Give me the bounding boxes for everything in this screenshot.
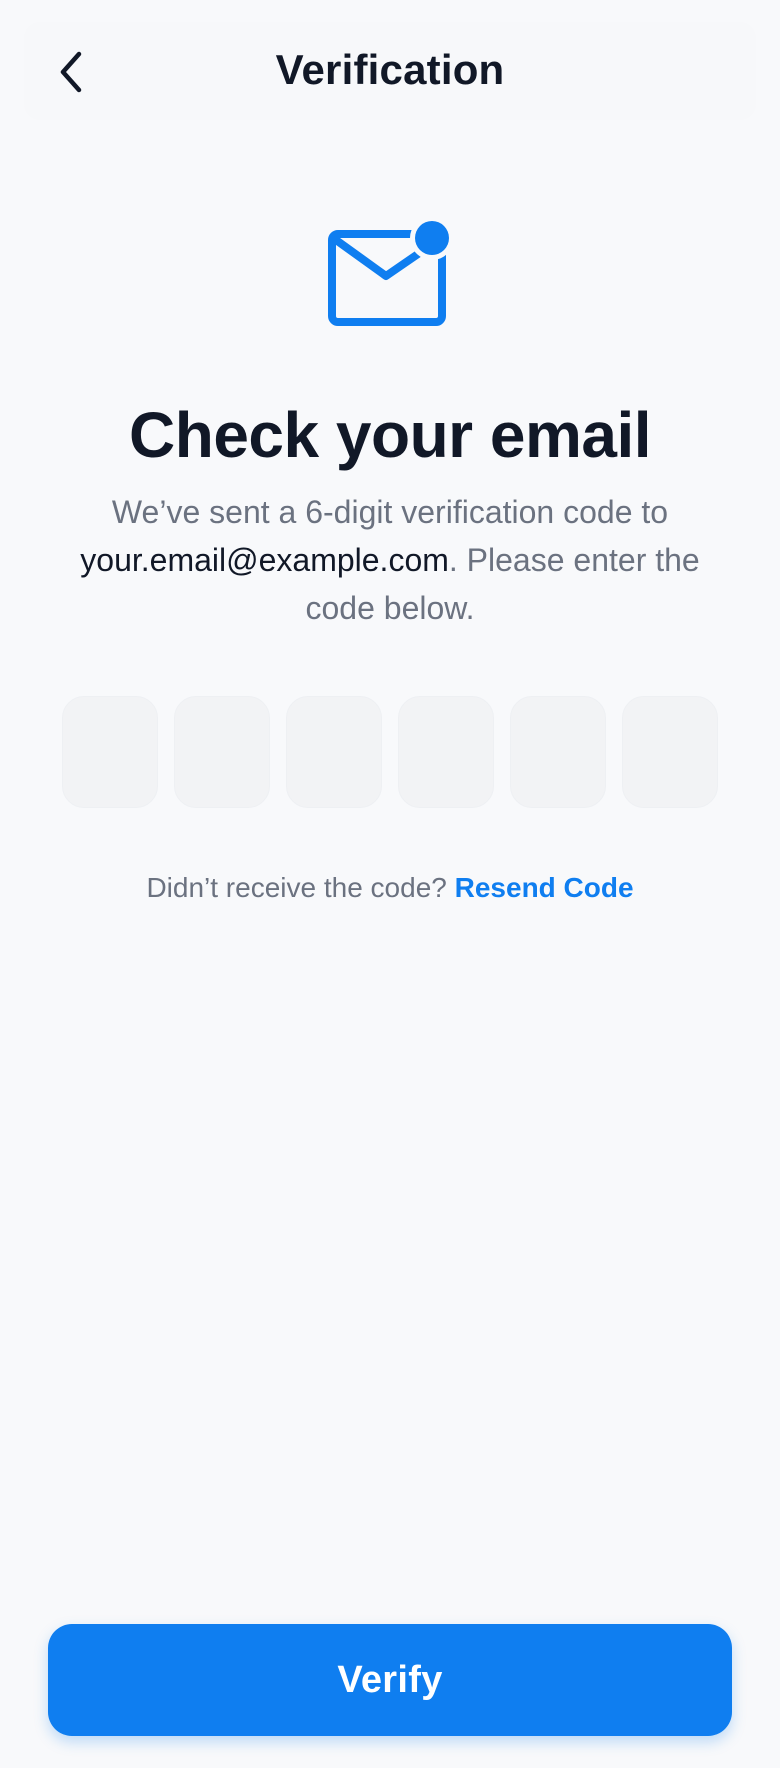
otp-digit-1[interactable] xyxy=(62,696,158,808)
otp-input-group xyxy=(62,696,718,808)
description-text: We’ve sent a 6-digit verification code t… xyxy=(111,494,669,530)
otp-digit-5[interactable] xyxy=(510,696,606,808)
resend-prompt: Didn’t receive the code? xyxy=(146,872,447,903)
otp-digit-2[interactable] xyxy=(174,696,270,808)
description: We’ve sent a 6-digit verification code t… xyxy=(70,488,710,632)
otp-digit-4[interactable] xyxy=(398,696,494,808)
resend-row: Didn’t receive the code? Resend Code xyxy=(0,872,780,904)
verify-button[interactable]: Verify xyxy=(48,1624,732,1736)
page-title: Verification xyxy=(275,46,505,93)
mail-notification-icon xyxy=(326,214,456,334)
email-address: your.email@example.com xyxy=(80,542,449,578)
resend-code-link[interactable]: Resend Code xyxy=(455,872,634,903)
otp-digit-6[interactable] xyxy=(622,696,718,808)
otp-digit-3[interactable] xyxy=(286,696,382,808)
heading: Check your email xyxy=(129,399,652,471)
